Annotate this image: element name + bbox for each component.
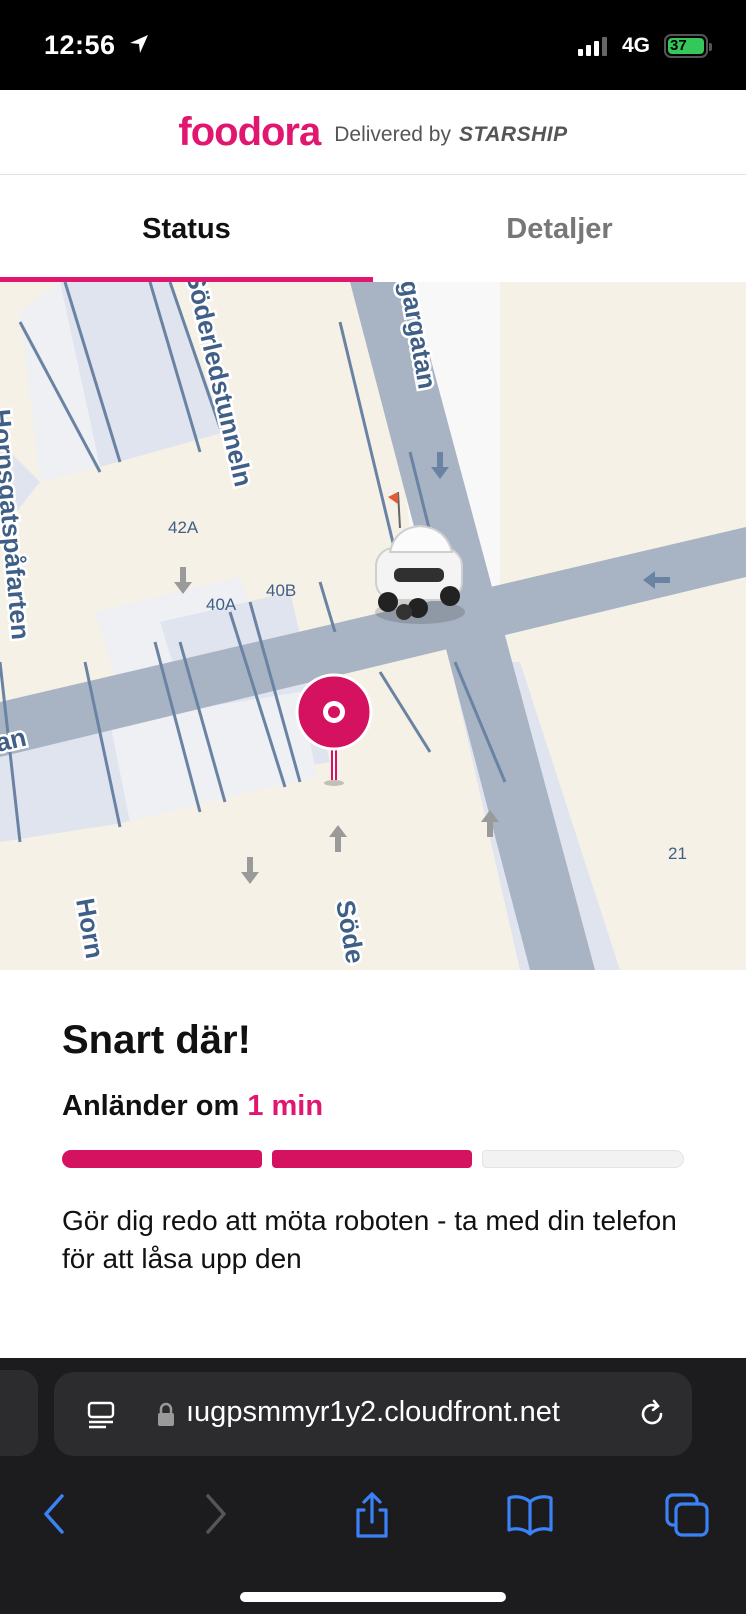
progress-step-2 [272, 1150, 472, 1168]
eta-value: 1 min [247, 1090, 324, 1122]
map-canvas: Söderledstunneln Hornsgatspåfarten garga… [0, 282, 746, 970]
browser-nav-row [0, 1482, 746, 1562]
screen: 12:56 4G 37 foodora Delivered by STARSHI… [0, 0, 746, 1614]
forward-icon[interactable] [200, 1492, 230, 1541]
browser-toolbar: ıugpsmmyr1y2.cloudfront.net [0, 1358, 746, 1614]
starship-logo: STARSHIP [458, 123, 568, 146]
share-icon[interactable] [352, 1492, 392, 1545]
signal-bars-icon [578, 36, 610, 61]
reload-icon[interactable] [636, 1398, 668, 1435]
address-21: 21 [668, 844, 687, 863]
eta-label: Anländer om [62, 1090, 240, 1122]
eta-line: Anländer om 1 min [62, 1090, 323, 1123]
url-text[interactable]: ıugpsmmyr1y2.cloudfront.net [186, 1396, 560, 1429]
battery-level: 37 [668, 38, 704, 54]
lock-icon [156, 1402, 176, 1433]
instruction-text: Gör dig redo att möta roboten - ta med d… [62, 1205, 677, 1274]
reader-icon[interactable] [86, 1400, 116, 1435]
tab-bar: Status Detaljer [0, 176, 746, 282]
progress-step-3 [482, 1150, 684, 1168]
delivered-by-label: Delivered by [334, 123, 451, 146]
bookmarks-icon[interactable] [506, 1492, 554, 1541]
home-indicator [240, 1592, 506, 1602]
tab-status[interactable]: Status [0, 176, 373, 282]
location-arrow-icon [128, 33, 150, 60]
status-title: Snart där! [62, 1018, 251, 1062]
address-bar[interactable]: ıugpsmmyr1y2.cloudfront.net [54, 1372, 692, 1456]
previous-tab-preview[interactable] [0, 1370, 38, 1456]
address-40a: 40A [206, 595, 237, 614]
tabs-icon[interactable] [664, 1492, 710, 1543]
delivery-map[interactable]: Söderledstunneln Hornsgatspåfarten garga… [0, 282, 746, 970]
network-type: 4G [622, 34, 651, 57]
app-header: foodora Delivered by STARSHIP [0, 90, 746, 175]
status-card: Snart där! Anländer om 1 min Gör dig red… [0, 970, 746, 1358]
back-icon[interactable] [40, 1492, 70, 1541]
tab-detaljer[interactable]: Detaljer [373, 176, 746, 282]
delivery-progress [62, 1150, 684, 1168]
progress-step-1 [62, 1150, 262, 1168]
battery-charging-icon: 37 [664, 34, 712, 58]
status-time: 12:56 [44, 30, 116, 60]
address-42a: 42A [168, 518, 199, 537]
status-bar: 12:56 4G 37 [0, 0, 746, 90]
foodora-logo: foodora [178, 109, 321, 154]
address-40b: 40B [266, 581, 296, 600]
